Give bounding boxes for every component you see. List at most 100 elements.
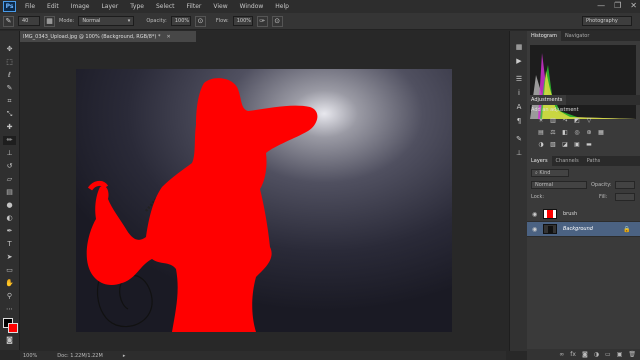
brush-tool-preset-icon[interactable]: ✎ (3, 15, 14, 27)
layer-row-brush[interactable]: ◉ brush (527, 207, 640, 222)
quick-mask-icon[interactable]: ◙ (3, 336, 16, 345)
zoom-icon[interactable]: ⚲ (3, 292, 16, 301)
tab-channels[interactable]: Channels (552, 156, 583, 166)
restore-button[interactable]: ❐ (614, 1, 621, 10)
invert-icon[interactable]: ◑ (537, 141, 545, 149)
history-panel-icon[interactable]: ▦ (514, 43, 524, 52)
properties-panel-icon[interactable]: ☰ (514, 75, 524, 84)
new-group-icon[interactable]: ▭ (605, 351, 611, 358)
eye-icon[interactable]: ◉ (532, 226, 537, 233)
layer-row-background[interactable]: ◉ Background 🔒 (527, 222, 640, 237)
eraser-icon[interactable]: ▱ (3, 175, 16, 184)
menu-window[interactable]: Window (234, 3, 270, 10)
close-button[interactable]: ✕ (630, 1, 637, 10)
tab-histogram[interactable]: Histogram (527, 31, 561, 41)
path-select-icon[interactable]: ➤ (3, 253, 16, 262)
crop-icon[interactable]: ⌗ (3, 97, 16, 106)
delete-layer-icon[interactable]: 🗑 (628, 351, 636, 358)
menu-type[interactable]: Type (124, 3, 150, 10)
layer-opacity-field[interactable] (615, 181, 635, 189)
brush-size-picker[interactable]: 40 (18, 16, 40, 26)
blur-icon[interactable]: ● (3, 201, 16, 210)
move-icon[interactable]: ✥ (3, 45, 16, 54)
menu-layer[interactable]: Layer (95, 3, 124, 10)
new-layer-icon[interactable]: ▣ (617, 351, 623, 358)
hue-saturation-icon[interactable]: ▤ (537, 129, 545, 137)
rectangle-icon[interactable]: ▭ (3, 266, 16, 275)
healing-icon[interactable]: ✚ (3, 123, 16, 132)
mode-label: Mode: (59, 18, 75, 24)
menu-view[interactable]: View (207, 3, 233, 10)
info-panel-icon[interactable]: i (514, 89, 524, 98)
menu-select[interactable]: Select (150, 3, 181, 10)
window-controls: — ❐ ✕ (597, 1, 637, 10)
brush-presets-icon[interactable]: ✎ (514, 135, 524, 144)
gradient-map-icon[interactable]: ▬ (585, 141, 593, 149)
layer-kind-filter[interactable]: ⌕ Kind (531, 169, 569, 177)
threshold-icon[interactable]: ◪ (561, 141, 569, 149)
eye-icon[interactable]: ◉ (532, 211, 537, 218)
opacity-field[interactable]: 100% (170, 16, 191, 26)
airbrush-icon[interactable]: ✑ (256, 15, 268, 27)
add-mask-icon[interactable]: ◙ (582, 351, 588, 358)
levels-icon[interactable]: ▥ (549, 117, 557, 125)
type-icon[interactable]: T (3, 240, 16, 249)
mode-dropdown[interactable]: Normal ▾ (78, 16, 135, 26)
lasso-icon[interactable]: ℓ (3, 71, 16, 80)
zoom-level[interactable]: 100% (23, 353, 37, 359)
color-lookup-icon[interactable]: ▦ (597, 129, 605, 137)
document-tab[interactable]: IMG_0343_Upload.jpg @ 100% (Background, … (20, 31, 196, 42)
brush-panel-toggle-icon[interactable]: ▦ (44, 15, 55, 27)
document-size: Doc: 1.22M/1.22M (57, 352, 103, 359)
color-balance-icon[interactable]: ⚖ (549, 129, 557, 137)
menu-file[interactable]: File (19, 3, 41, 10)
clone-source-icon[interactable]: ⊥ (514, 149, 524, 158)
posterize-icon[interactable]: ▧ (549, 141, 557, 149)
pressure-opacity-icon[interactable]: ⊙ (194, 15, 206, 27)
brightness-icon[interactable]: ☀ (537, 117, 545, 125)
vibrance-icon[interactable]: ▽ (585, 117, 593, 125)
brush-icon[interactable]: ✏ (3, 136, 16, 145)
actions-panel-icon[interactable]: ▶ (514, 57, 524, 66)
hand-icon[interactable]: ✋ (3, 279, 16, 288)
dodge-icon[interactable]: ◐ (3, 214, 16, 223)
eyedropper-icon[interactable]: ⤡ (3, 110, 16, 119)
black-white-icon[interactable]: ◧ (561, 129, 569, 137)
stamp-icon[interactable]: ⊥ (3, 149, 16, 158)
minimize-button[interactable]: — (597, 1, 605, 10)
character-panel-icon[interactable]: A (514, 103, 524, 112)
close-tab-icon[interactable]: ✕ (166, 34, 170, 40)
selective-color-icon[interactable]: ▣ (573, 141, 581, 149)
tab-layers[interactable]: Layers (527, 156, 552, 166)
status-arrow-icon[interactable]: ▸ (123, 353, 126, 359)
pen-icon[interactable]: ✒ (3, 227, 16, 236)
layer-style-icon[interactable]: fx (570, 351, 576, 358)
layer-fill-field[interactable] (615, 193, 635, 201)
menu-image[interactable]: Image (65, 3, 96, 10)
chevron-down-icon: ▾ (127, 18, 131, 24)
menu-filter[interactable]: Filter (181, 3, 208, 10)
paragraph-panel-icon[interactable]: ¶ (514, 117, 524, 126)
gradient-icon[interactable]: ▤ (3, 188, 16, 197)
curves-icon[interactable]: ⤳ (561, 117, 569, 125)
marquee-icon[interactable]: ⬚ (3, 58, 16, 67)
tab-navigator[interactable]: Navigator (561, 31, 593, 41)
pressure-size-icon[interactable]: ⊙ (271, 15, 283, 27)
link-layers-icon[interactable]: ∞ (559, 351, 564, 358)
history-brush-icon[interactable]: ↺ (3, 162, 16, 171)
menu-edit[interactable]: Edit (41, 3, 65, 10)
tab-adjustments[interactable]: Adjustments (527, 95, 567, 105)
workspace-switcher[interactable]: Photography (582, 16, 632, 26)
exposure-icon[interactable]: ◩ (573, 117, 581, 125)
blend-mode-dropdown[interactable]: Normal (531, 181, 587, 189)
menu-help[interactable]: Help (269, 3, 295, 10)
more-tools-icon[interactable]: ⋯ (3, 305, 16, 314)
photo-filter-icon[interactable]: ◎ (573, 129, 581, 137)
new-adjustment-icon[interactable]: ◑ (594, 351, 599, 358)
document-canvas[interactable] (76, 69, 452, 332)
quick-select-icon[interactable]: ✎ (3, 84, 16, 93)
flow-field[interactable]: 100% (232, 16, 253, 26)
tab-paths[interactable]: Paths (583, 156, 605, 166)
background-color-swatch[interactable] (8, 323, 18, 333)
channel-mixer-icon[interactable]: ⊛ (585, 129, 593, 137)
